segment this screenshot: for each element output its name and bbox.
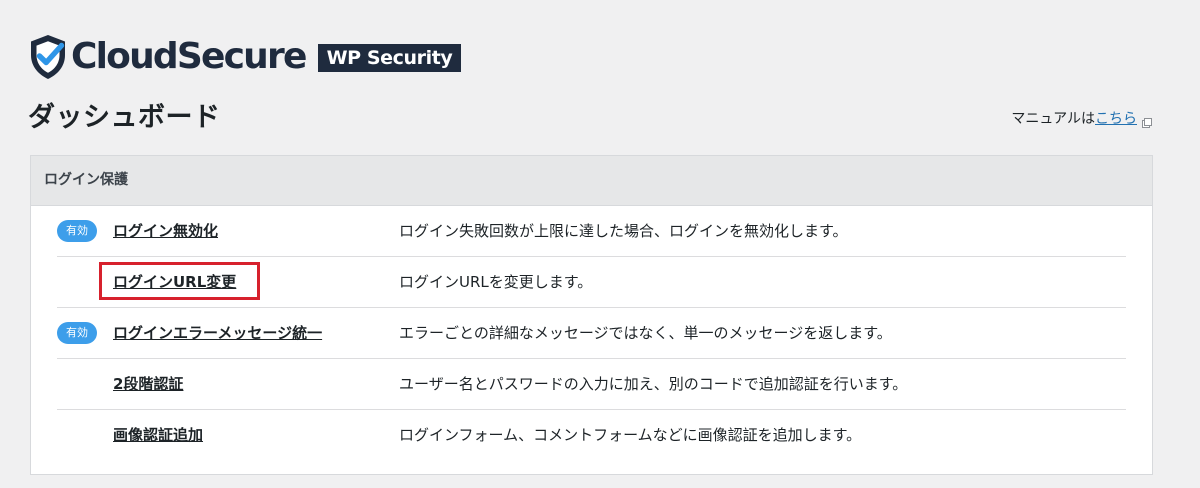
enabled-badge: 有効 [57,322,97,344]
feature-description: ユーザー名とパスワードの入力に加え、別のコードで追加認証を行います。 [399,375,908,393]
feature-link-login-url-change[interactable]: ログインURL変更 [113,257,236,307]
feature-link-login-disable[interactable]: ログイン無効化 [113,206,218,256]
feature-link-two-factor-auth[interactable]: 2段階認証 [113,359,183,409]
feature-description: エラーごとの詳細なメッセージではなく、単一のメッセージを返します。 [399,324,892,342]
feature-row: 画像認証追加 ログインフォーム、コメントフォームなどに画像認証を追加します。 [57,410,1126,461]
feature-row: 有効 ログインエラーメッセージ統一 エラーごとの詳細なメッセージではなく、単一の… [57,308,1126,359]
feature-list: 有効 ログイン無効化 ログイン失敗回数が上限に達した場合、ログインを無効化します… [57,206,1126,461]
enabled-badge: 有効 [57,220,97,242]
brand-name: CloudSecure [71,36,307,77]
external-link-icon[interactable] [1142,114,1152,128]
feature-row: 2段階認証 ユーザー名とパスワードの入力に加え、別のコードで追加認証を行います。 [57,359,1126,410]
manual-link-area: マニュアルは こちら [1011,109,1152,129]
brand-badge: WP Security [317,44,462,72]
login-protection-panel: ログイン保護 有効 ログイン無効化 ログイン失敗回数が上限に達した場合、ログイン… [30,155,1153,475]
feature-description: ログイン失敗回数が上限に達した場合、ログインを無効化します。 [399,222,848,240]
manual-prefix: マニュアルは [1011,111,1095,127]
brand-logo: CloudSecure WP Security [28,32,462,82]
feature-description: ログインURLを変更します。 [399,273,593,291]
feature-link-login-error-message[interactable]: ログインエラーメッセージ統一 [113,308,322,358]
feature-description: ログインフォーム、コメントフォームなどに画像認証を追加します。 [399,426,862,444]
feature-link-image-captcha[interactable]: 画像認証追加 [113,410,203,460]
shield-check-icon [31,35,65,79]
feature-row: ログインURL変更 ログインURLを変更します。 [57,257,1126,308]
feature-row: 有効 ログイン無効化 ログイン失敗回数が上限に達した場合、ログインを無効化します… [57,206,1126,257]
panel-header: ログイン保護 [31,156,1152,206]
page-title: ダッシュボード [28,102,221,133]
manual-link[interactable]: こちら [1095,109,1137,129]
